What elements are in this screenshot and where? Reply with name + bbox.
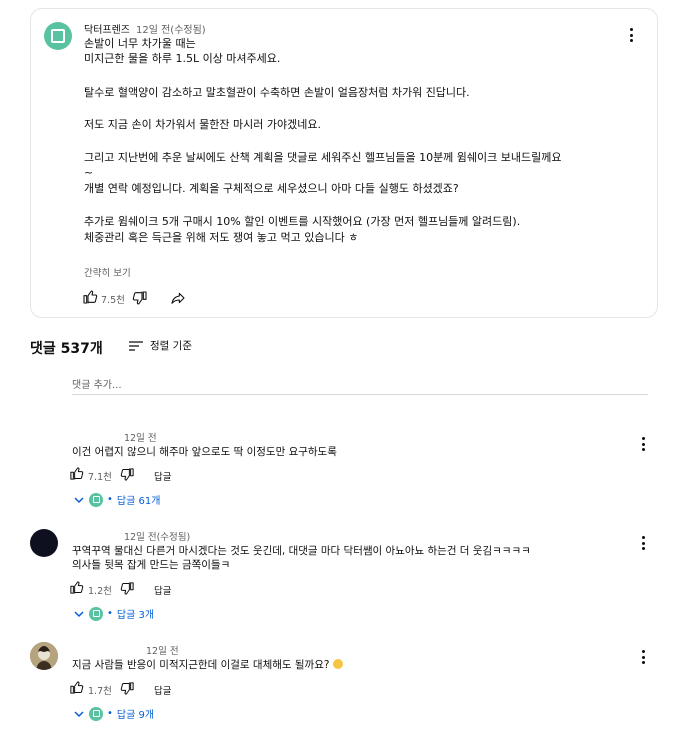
comment-like-count: 1.2천 — [88, 586, 112, 597]
view-replies-button[interactable]: • 답글 3개 — [73, 606, 154, 621]
pinned-text-line: ~ — [84, 166, 94, 179]
channel-avatar[interactable] — [44, 22, 72, 50]
commenter-avatar[interactable] — [30, 529, 58, 557]
pinned-text-line: 미지근한 물을 하루 1.5L 이상 마셔주세요. — [84, 52, 281, 65]
comment-text: 지금 사람들 반응이 미적지근한데 이걸로 대체해도 될까요? — [72, 658, 343, 672]
pinned-author[interactable]: 닥터프렌즈 — [84, 25, 130, 36]
avatar-photo-icon — [30, 642, 58, 670]
separator-dot: • — [107, 608, 113, 619]
pinned-more-icon[interactable] — [624, 28, 638, 42]
sort-icon — [128, 340, 144, 352]
pinned-like-count: 7.5천 — [101, 295, 125, 306]
pinned-time[interactable]: 12일 전(수정됨) — [136, 25, 206, 36]
dislike-icon[interactable] — [120, 681, 135, 696]
separator-dot: • — [107, 708, 113, 719]
chevron-down-icon — [73, 494, 85, 506]
pinned-text-line: 탈수로 혈액양이 감소하고 말초혈관이 수축하면 손발이 얼음장처럼 차가워 진… — [84, 86, 470, 99]
reply-button[interactable]: 답글 — [154, 583, 171, 597]
show-less-link[interactable]: 간략히 보기 — [84, 265, 131, 279]
like-icon[interactable] — [82, 289, 98, 305]
channel-mini-avatar — [89, 606, 103, 621]
channel-logo-icon — [51, 29, 65, 43]
pinned-text-line: 손발이 너무 차가울 때는 — [84, 37, 196, 50]
chevron-down-icon — [73, 608, 85, 620]
sort-label: 정렬 기준 — [150, 340, 192, 352]
comment-text: 꾸역꾸역 물대신 다른거 마시겠다는 것도 웃긴데, 대댓글 마다 닥터쌤이 아… — [72, 545, 531, 557]
comment-like-count: 7.1천 — [88, 472, 112, 483]
comment-more-icon[interactable] — [636, 437, 650, 451]
pinned-comment-meta: 닥터프렌즈 12일 전(수정됨) — [84, 21, 206, 36]
view-replies-button[interactable]: • 답글 61개 — [73, 492, 160, 507]
channel-mini-avatar — [89, 492, 103, 507]
dislike-icon[interactable] — [120, 581, 135, 596]
comment-more-icon[interactable] — [636, 650, 650, 664]
pinned-text-line: 그리고 지난번에 추운 날씨에도 산책 계획을 댓글로 세워주신 헬프님들을 1… — [84, 151, 562, 164]
comment-like-count: 1.7천 — [88, 686, 112, 697]
reply-button[interactable]: 답글 — [154, 683, 171, 697]
comment-text: 이건 어렵지 않으니 해주마 앞으로도 딱 이정도만 요구하도록 — [72, 446, 337, 458]
share-icon[interactable] — [170, 290, 186, 306]
add-comment-input[interactable]: 댓글 추가... — [72, 376, 648, 395]
pinned-text-line: 저도 지금 손이 차가워서 물한잔 마시러 가야겠네요. — [84, 118, 321, 131]
replies-count: 답글 9개 — [116, 710, 155, 721]
replies-count: 답글 61개 — [116, 496, 161, 507]
view-replies-button[interactable]: • 답글 9개 — [73, 706, 154, 721]
sort-button[interactable]: 정렬 기준 — [128, 338, 192, 353]
commenter-avatar[interactable] — [30, 642, 58, 670]
dislike-icon[interactable] — [132, 290, 148, 306]
dislike-icon[interactable] — [120, 467, 135, 482]
comment-text-content: 지금 사람들 반응이 미적지근한데 이걸로 대체해도 될까요? — [72, 659, 330, 671]
comment-time[interactable]: 12일 전(수정됨) — [124, 529, 190, 543]
comment-time[interactable]: 12일 전 — [124, 430, 157, 444]
pinned-text-line: 추가로 윔쉐이크 5개 구매시 10% 할인 이벤트를 시작했어요 (가장 먼저… — [84, 215, 521, 228]
comment-more-icon[interactable] — [636, 536, 650, 550]
like-icon[interactable] — [69, 466, 84, 481]
replies-count: 답글 3개 — [116, 610, 155, 621]
pinned-text-line: 개별 연락 예정입니다. 계획을 구체적으로 세우셨으니 아마 다들 실행도 하… — [84, 182, 459, 195]
like-icon[interactable] — [69, 680, 84, 695]
comment-text-line2: 의사들 뒷목 잡게 만드는 금쪽이들ㅋ — [72, 559, 231, 571]
like-icon[interactable] — [69, 580, 84, 595]
channel-mini-avatar — [89, 706, 103, 721]
separator-dot: • — [107, 494, 113, 505]
chevron-down-icon — [73, 708, 85, 720]
pinned-text-line: 체중관리 혹은 득근을 위해 저도 쟁여 놓고 먹고 있습니다 ㅎ — [84, 231, 359, 244]
reply-button[interactable]: 답글 — [154, 469, 171, 483]
comment-count-title: 댓글 537개 — [30, 341, 103, 357]
comment-time[interactable]: 12일 전 — [146, 643, 179, 657]
thinking-emoji-icon — [332, 659, 343, 669]
